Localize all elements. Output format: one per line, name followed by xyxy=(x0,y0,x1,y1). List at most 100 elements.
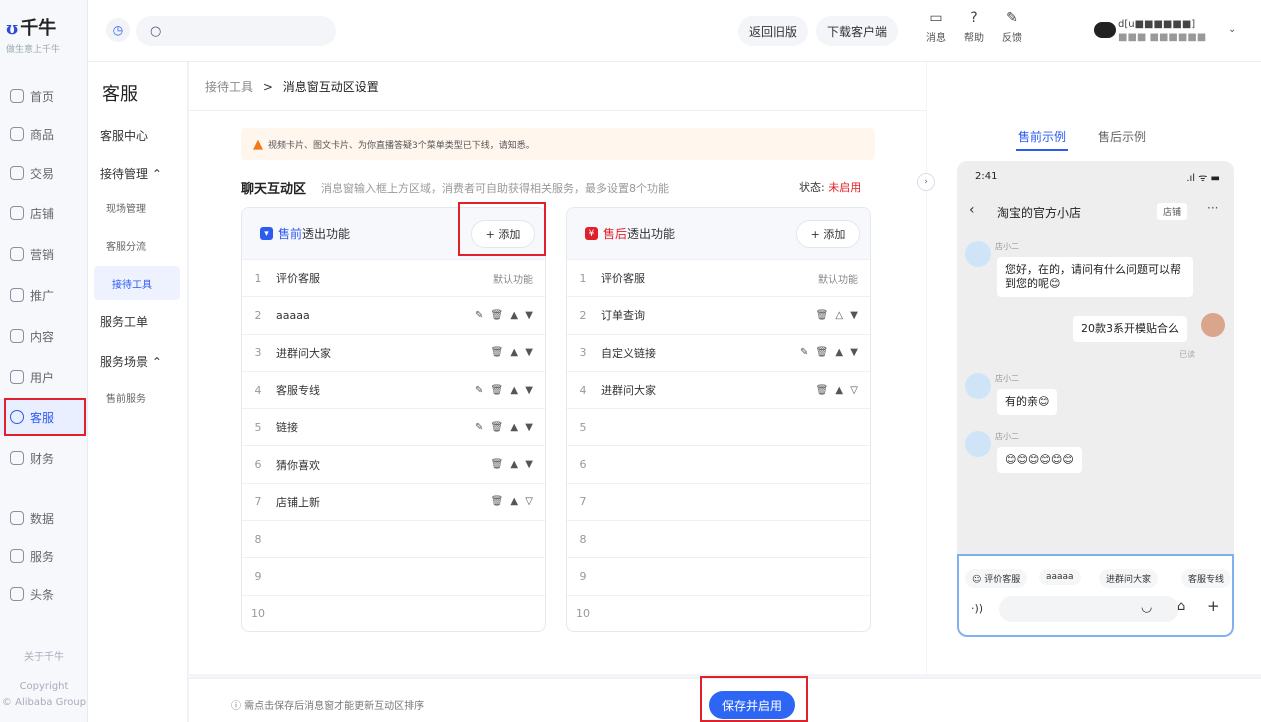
row-index: 3 xyxy=(254,346,262,360)
subnav-item-8[interactable]: 售前服务 xyxy=(88,380,188,414)
help-label: 帮助 xyxy=(964,33,984,44)
breadcrumb-sep-icon: > xyxy=(262,80,273,94)
rail-item-9[interactable]: 客服 xyxy=(0,399,88,435)
download-client-button[interactable]: 下载客户端 xyxy=(816,16,898,46)
aftersale-header: ¥ 售后 透出功能 + 添加 xyxy=(567,208,870,260)
message-label: 消息 xyxy=(926,33,946,44)
subnav-item-4[interactable]: 客服分流 xyxy=(88,228,188,262)
phone-time: 2:41 xyxy=(975,171,998,182)
save-and-enable-button[interactable]: 保存并启用 xyxy=(709,691,795,719)
marketing-icon xyxy=(10,247,24,261)
bag-icon: ⌂ xyxy=(1177,599,1186,614)
logo-mark-icon: ʊ xyxy=(6,18,19,39)
about-link[interactable]: 关于千牛 xyxy=(0,648,88,663)
qianniu-logo[interactable]: ʊ 千牛 做生意上千牛 xyxy=(6,14,86,55)
row-actions-icon[interactable]: ✎ 🗑 ▲ ▼ xyxy=(475,310,535,321)
rail-item-10[interactable]: 财务 xyxy=(0,440,88,476)
breadcrumb-parent[interactable]: 接待工具 xyxy=(205,80,253,94)
row-actions-icon[interactable]: 🗑 ▲ ▽ xyxy=(491,496,535,507)
row-actions-icon[interactable]: 🗑 △ ▼ xyxy=(816,310,860,321)
aftersale-add-button[interactable]: + 添加 xyxy=(796,220,860,248)
presale-title: 透出功能 xyxy=(302,227,351,241)
feedback-button[interactable]: ✎ 反馈 xyxy=(994,10,1030,44)
rail-item-label: 用户 xyxy=(30,370,55,385)
help-icon: ? xyxy=(970,10,978,26)
bot-name: 店小二 xyxy=(995,374,1019,383)
user-sub: ■■■ ■■■■■■ xyxy=(1118,32,1207,43)
row-default-tag: 默认功能 xyxy=(818,274,858,286)
goods-icon xyxy=(10,127,24,141)
subnav-item-5[interactable]: 接待工具 xyxy=(94,266,180,300)
rail-item-11[interactable]: 数据 xyxy=(0,500,88,536)
rail-item-8[interactable]: 用户 xyxy=(0,359,88,395)
table-row: 8 xyxy=(567,521,870,559)
row-actions-icon[interactable]: ✎ 🗑 ▲ ▼ xyxy=(475,385,535,396)
row-index: 3 xyxy=(579,346,587,360)
rail-item-3[interactable]: 交易 xyxy=(0,155,88,191)
emoji-icon: ◡ xyxy=(1141,600,1153,615)
table-row: 1 评价客服 默认功能 xyxy=(242,260,545,298)
subnav-item-2[interactable]: 接待管理 ⌃ xyxy=(88,156,188,190)
rail-item-2[interactable]: 商品 xyxy=(0,116,88,152)
bot-message: 😊😊😊😊😊😊 xyxy=(997,447,1082,473)
subnav-item-3[interactable]: 现场管理 xyxy=(88,190,188,224)
message-button[interactable]: ▭ 消息 xyxy=(918,10,954,44)
search-input[interactable]: ○ xyxy=(136,16,336,46)
rail-item-label: 数据 xyxy=(30,511,55,526)
row-index: 10 xyxy=(576,607,590,621)
rail-item-6[interactable]: 推广 xyxy=(0,277,88,313)
rail-item-1[interactable]: 首页 xyxy=(0,78,88,114)
rail-item-4[interactable]: 店铺 xyxy=(0,195,88,231)
table-row: 10 xyxy=(242,596,545,631)
presale-add-button[interactable]: + 添加 xyxy=(471,220,535,248)
subnav-item-6[interactable]: 服务工单 xyxy=(88,304,188,338)
phone-preview: 2:41 .ıl ᯤ ▬ ‹ 淘宝的官方小店 店铺 ··· 店小二 您好，在的，… xyxy=(957,161,1234,637)
aftersale-hl: 售后 xyxy=(603,227,628,241)
history-icon[interactable]: ◷ xyxy=(106,18,130,42)
row-actions-icon[interactable]: 🗑 ▲ ▼ xyxy=(491,459,535,470)
warning-icon: ▲ xyxy=(253,136,263,152)
signal-icon: .ıl ᯤ ▬ xyxy=(1186,173,1220,184)
phone-interaction-bar: ☺ 评价客服 aaaaa 进群问大家 客服专线 ·)) ◡ ⌂ + xyxy=(957,554,1234,637)
divider xyxy=(189,110,926,111)
tab-aftersale-example[interactable]: 售后示例 xyxy=(1098,128,1146,145)
bot-message: 您好，在的，请问有什么问题可以帮到您的呢😊 xyxy=(997,257,1193,297)
user-icon xyxy=(10,370,24,384)
tab-presale-example[interactable]: 售前示例 xyxy=(1018,128,1066,145)
rail-item-label: 商品 xyxy=(30,127,55,142)
subnav-item-1[interactable]: 客服中心 xyxy=(88,118,188,152)
rail-item-label: 首页 xyxy=(30,89,55,104)
row-index: 9 xyxy=(579,570,587,584)
subnav-title: 客服 xyxy=(102,84,138,105)
presale-badge-icon: ▾ xyxy=(260,227,273,240)
collapse-icon[interactable]: › xyxy=(917,173,935,191)
headset-icon xyxy=(10,410,24,424)
table-row: 6 猜你喜欢 🗑 ▲ ▼ xyxy=(242,446,545,484)
back-old-version-button[interactable]: 返回旧版 xyxy=(738,16,808,46)
row-actions-icon[interactable]: 🗑 ▲ ▽ xyxy=(816,385,860,396)
user-menu[interactable]: d[u■■■■■■] ■■■ ■■■■■■ xyxy=(1118,18,1206,44)
chip-group: 进群问大家 xyxy=(1099,569,1159,588)
table-row: 8 xyxy=(242,521,545,559)
rail-item-13[interactable]: 头条 xyxy=(0,576,88,612)
avatar[interactable] xyxy=(1094,22,1116,38)
row-index: 4 xyxy=(579,383,587,397)
table-row: 6 xyxy=(567,446,870,484)
bot-avatar xyxy=(965,241,991,267)
rail-item-5[interactable]: 营销 xyxy=(0,236,88,272)
rail-item-12[interactable]: 服务 xyxy=(0,538,88,574)
chevron-down-icon[interactable]: ⌄ xyxy=(1228,24,1236,35)
subnav-item-7[interactable]: 服务场景 ⌃ xyxy=(88,344,188,378)
row-index: 8 xyxy=(254,532,262,546)
row-index: 9 xyxy=(254,570,262,584)
row-actions-icon[interactable]: ✎ 🗑 ▲ ▼ xyxy=(475,422,535,433)
row-actions-icon[interactable]: 🗑 ▲ ▼ xyxy=(491,347,535,358)
bot-avatar xyxy=(965,431,991,457)
section-title: 聊天互动区 xyxy=(241,182,307,197)
help-button[interactable]: ? 帮助 xyxy=(956,10,992,44)
home-icon xyxy=(10,89,24,103)
rail-item-7[interactable]: 内容 xyxy=(0,318,88,354)
row-actions-icon[interactable]: ✎ 🗑 ▲ ▼ xyxy=(800,347,860,358)
phone-store-tag: 店铺 xyxy=(1157,203,1188,220)
row-index: 8 xyxy=(579,532,587,546)
